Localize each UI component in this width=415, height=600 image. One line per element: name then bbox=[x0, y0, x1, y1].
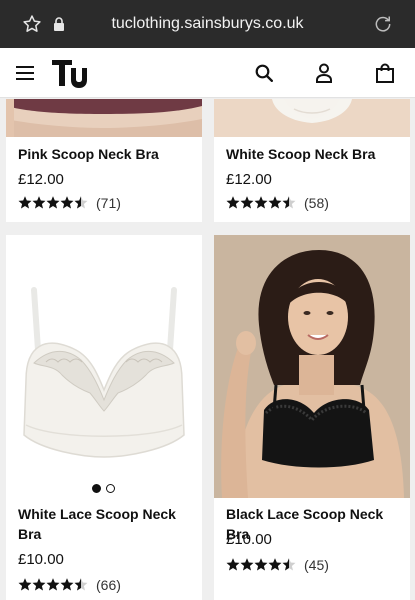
image-carousel-dots bbox=[92, 484, 115, 493]
rating-stars-icon bbox=[18, 578, 88, 591]
account-icon[interactable] bbox=[316, 63, 332, 83]
product-rating: (71) bbox=[18, 195, 121, 211]
site-header bbox=[0, 48, 415, 98]
star-filled-icon bbox=[46, 196, 60, 209]
product-card[interactable]: White Lace Scoop Neck Bra £10.00 (66) bbox=[6, 235, 202, 600]
search-icon[interactable] bbox=[255, 64, 273, 82]
tu-logo[interactable] bbox=[51, 57, 87, 89]
product-image[interactable] bbox=[214, 235, 410, 498]
rating-stars-icon bbox=[226, 558, 296, 571]
star-filled-icon bbox=[226, 196, 240, 209]
shopping-bag-icon[interactable] bbox=[376, 63, 394, 83]
star-filled-icon bbox=[32, 578, 46, 591]
product-card[interactable]: Black Lace Scoop Neck Bra £10.00 (45) bbox=[214, 235, 410, 600]
star-filled-icon bbox=[18, 196, 32, 209]
star-filled-icon bbox=[60, 578, 74, 591]
star-filled-icon bbox=[240, 558, 254, 571]
product-name[interactable]: Pink Scoop Neck Bra bbox=[18, 144, 159, 164]
star-filled-icon bbox=[60, 196, 74, 209]
product-image[interactable] bbox=[6, 235, 202, 498]
rating-stars-icon bbox=[226, 196, 296, 209]
product-price: £10.00 bbox=[18, 551, 64, 568]
product-price: £12.00 bbox=[226, 171, 272, 188]
product-name[interactable]: White Lace Scoop Neck Bra bbox=[18, 504, 194, 544]
browser-bar: tuclothing.sainsburys.co.uk bbox=[0, 0, 415, 48]
star-filled-icon bbox=[226, 558, 240, 571]
star-filled-icon bbox=[268, 196, 282, 209]
rating-count: (66) bbox=[96, 577, 121, 593]
product-card[interactable]: White Scoop Neck Bra £12.00 (58) bbox=[214, 99, 410, 222]
carousel-dot[interactable] bbox=[106, 484, 115, 493]
product-name[interactable]: White Scoop Neck Bra bbox=[226, 144, 375, 164]
star-filled-icon bbox=[254, 196, 268, 209]
rating-count: (71) bbox=[96, 195, 121, 211]
reload-icon[interactable] bbox=[373, 14, 393, 34]
product-price: £10.00 bbox=[226, 531, 272, 548]
star-filled-icon bbox=[18, 578, 32, 591]
rating-count: (45) bbox=[304, 557, 329, 573]
carousel-dot-active[interactable] bbox=[92, 484, 101, 493]
star-filled-icon bbox=[268, 558, 282, 571]
star-filled-icon bbox=[240, 196, 254, 209]
product-card[interactable]: Pink Scoop Neck Bra £12.00 (71) bbox=[6, 99, 202, 222]
url-bar[interactable]: tuclothing.sainsburys.co.uk bbox=[0, 14, 415, 34]
product-image[interactable] bbox=[6, 99, 202, 137]
rating-count: (58) bbox=[304, 195, 329, 211]
product-rating: (66) bbox=[18, 577, 121, 593]
product-rating: (45) bbox=[226, 557, 329, 573]
star-filled-icon bbox=[32, 196, 46, 209]
product-image[interactable] bbox=[214, 99, 410, 137]
menu-icon[interactable] bbox=[16, 65, 34, 81]
star-filled-icon bbox=[46, 578, 60, 591]
rating-stars-icon bbox=[18, 196, 88, 209]
product-price: £12.00 bbox=[18, 171, 64, 188]
star-filled-icon bbox=[254, 558, 268, 571]
product-rating: (58) bbox=[226, 195, 329, 211]
